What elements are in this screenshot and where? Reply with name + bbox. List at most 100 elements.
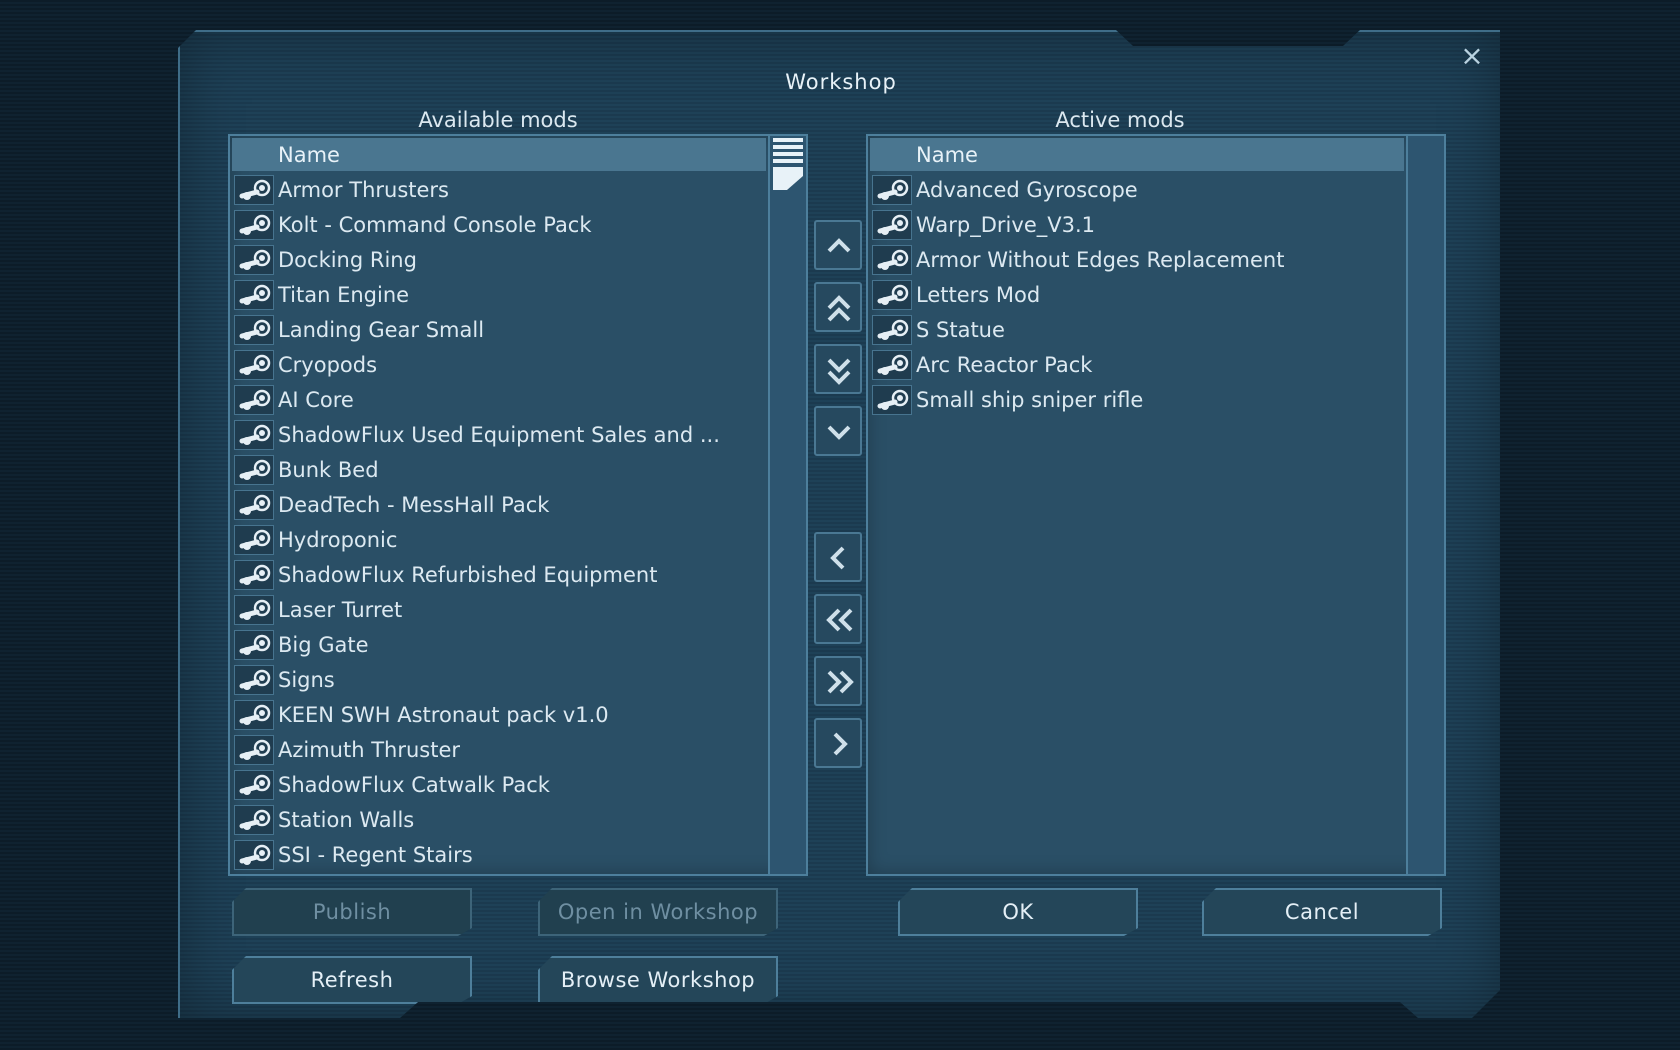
available-rows: Armor Thrusters Kolt - Command Console Pa… bbox=[232, 173, 766, 873]
steam-icon bbox=[234, 770, 274, 800]
available-scrollbar[interactable] bbox=[768, 136, 806, 874]
mod-list-item[interactable]: Arc Reactor Pack bbox=[870, 348, 1404, 383]
double-chevron-right-icon bbox=[827, 670, 854, 694]
steam-icon bbox=[234, 420, 274, 450]
refresh-button[interactable]: Refresh bbox=[232, 956, 472, 1004]
move-up-button[interactable] bbox=[814, 220, 862, 270]
workshop-dialog: Workshop × Available mods Active mods Na… bbox=[178, 30, 1500, 1018]
mod-name: Titan Engine bbox=[278, 283, 410, 307]
steam-icon bbox=[234, 665, 274, 695]
mod-list-item[interactable]: Laser Turret bbox=[232, 593, 766, 628]
steam-icon bbox=[234, 210, 274, 240]
scrollbar-thumb[interactable] bbox=[773, 138, 803, 192]
mod-list-item[interactable]: Cryopods bbox=[232, 348, 766, 383]
mod-name: Signs bbox=[278, 668, 335, 692]
steam-icon bbox=[872, 210, 912, 240]
move-top-button[interactable] bbox=[814, 282, 862, 332]
mod-list-item[interactable]: ShadowFlux Used Equipment Sales and ... bbox=[232, 418, 766, 453]
active-rows: Advanced Gyroscope Warp_Drive_V3.1 Armor W… bbox=[870, 173, 1404, 418]
steam-icon bbox=[234, 560, 274, 590]
steam-icon bbox=[234, 525, 274, 555]
dialog-title: Workshop bbox=[785, 70, 897, 94]
available-name-column-header[interactable]: Name bbox=[232, 138, 766, 171]
mod-name: Arc Reactor Pack bbox=[916, 353, 1093, 377]
mod-list-item[interactable]: KEEN SWH Astronaut pack v1.0 bbox=[232, 698, 766, 733]
mod-name: Bunk Bed bbox=[278, 458, 379, 482]
mod-list-item[interactable]: Kolt - Command Console Pack bbox=[232, 208, 766, 243]
steam-icon bbox=[872, 385, 912, 415]
mod-list-item[interactable]: Warp_Drive_V3.1 bbox=[870, 208, 1404, 243]
mod-list-item[interactable]: AI Core bbox=[232, 383, 766, 418]
mod-list-item[interactable]: Signs bbox=[232, 663, 766, 698]
cancel-button[interactable]: Cancel bbox=[1202, 888, 1442, 936]
mod-list-item[interactable]: Advanced Gyroscope bbox=[870, 173, 1404, 208]
add-all-button[interactable] bbox=[814, 656, 862, 706]
mod-name: Small ship sniper rifle bbox=[916, 388, 1144, 412]
remove-mod-button[interactable] bbox=[814, 532, 862, 582]
double-chevron-left-icon bbox=[826, 608, 853, 632]
mod-list-item[interactable]: SSI - Regent Stairs bbox=[232, 838, 766, 873]
available-mods-list[interactable]: Name Armor Thrusters Kolt - Command Conso… bbox=[228, 134, 808, 876]
remove-all-button[interactable] bbox=[814, 594, 862, 644]
mod-list-item[interactable]: Titan Engine bbox=[232, 278, 766, 313]
mod-name: AI Core bbox=[278, 388, 354, 412]
mod-name: Big Gate bbox=[278, 633, 369, 657]
mod-list-item[interactable]: Letters Mod bbox=[870, 278, 1404, 313]
steam-icon bbox=[872, 175, 912, 205]
chevron-down-icon bbox=[827, 425, 851, 440]
active-scrollbar[interactable] bbox=[1406, 136, 1444, 874]
mod-name: KEEN SWH Astronaut pack v1.0 bbox=[278, 703, 609, 727]
steam-icon bbox=[234, 280, 274, 310]
mod-list-item[interactable]: ShadowFlux Catwalk Pack bbox=[232, 768, 766, 803]
close-icon[interactable]: × bbox=[1456, 40, 1488, 72]
chevron-right-icon bbox=[833, 732, 848, 756]
add-mod-button[interactable] bbox=[814, 718, 862, 768]
steam-icon bbox=[234, 735, 274, 765]
mod-name: Laser Turret bbox=[278, 598, 403, 622]
mod-list-item[interactable]: ShadowFlux Refurbished Equipment bbox=[232, 558, 766, 593]
steam-icon bbox=[234, 315, 274, 345]
mod-name: Armor Without Edges Replacement bbox=[916, 248, 1285, 272]
active-name-column-header[interactable]: Name bbox=[870, 138, 1404, 171]
mod-list-item[interactable]: Armor Without Edges Replacement bbox=[870, 243, 1404, 278]
mod-list-item[interactable]: Station Walls bbox=[232, 803, 766, 838]
steam-icon bbox=[234, 350, 274, 380]
active-mods-list[interactable]: Name Advanced Gyroscope Warp_Drive_V3.1 Ar… bbox=[866, 134, 1446, 876]
steam-icon bbox=[234, 455, 274, 485]
mod-name: SSI - Regent Stairs bbox=[278, 843, 473, 867]
browse-workshop-button[interactable]: Browse Workshop bbox=[538, 956, 778, 1004]
mod-list-item[interactable]: Small ship sniper rifle bbox=[870, 383, 1404, 418]
mod-name: Landing Gear Small bbox=[278, 318, 485, 342]
mod-list-item[interactable]: S Statue bbox=[870, 313, 1404, 348]
mod-list-item[interactable]: DeadTech - MessHall Pack bbox=[232, 488, 766, 523]
chevron-up-icon bbox=[827, 238, 851, 253]
steam-icon bbox=[234, 700, 274, 730]
mod-name: Azimuth Thruster bbox=[278, 738, 461, 762]
steam-icon bbox=[234, 245, 274, 275]
mod-list-item[interactable]: Big Gate bbox=[232, 628, 766, 663]
mod-list-item[interactable]: Bunk Bed bbox=[232, 453, 766, 488]
mod-list-item[interactable]: Hydroponic bbox=[232, 523, 766, 558]
mod-name: Station Walls bbox=[278, 808, 415, 832]
steam-icon bbox=[872, 245, 912, 275]
column-header-label: Name bbox=[278, 143, 340, 167]
mod-name: Warp_Drive_V3.1 bbox=[916, 213, 1096, 237]
ok-button[interactable]: OK bbox=[898, 888, 1138, 936]
double-chevron-down-icon bbox=[827, 358, 851, 385]
mod-list-item[interactable]: Armor Thrusters bbox=[232, 173, 766, 208]
publish-button[interactable]: Publish bbox=[232, 888, 472, 936]
mod-name: S Statue bbox=[916, 318, 1005, 342]
mod-list-item[interactable]: Docking Ring bbox=[232, 243, 766, 278]
move-bottom-button[interactable] bbox=[814, 344, 862, 394]
mod-name: ShadowFlux Catwalk Pack bbox=[278, 773, 550, 797]
mod-list-item[interactable]: Landing Gear Small bbox=[232, 313, 766, 348]
mod-name: Letters Mod bbox=[916, 283, 1041, 307]
steam-icon bbox=[234, 840, 274, 870]
steam-icon bbox=[234, 490, 274, 520]
mod-name: DeadTech - MessHall Pack bbox=[278, 493, 550, 517]
steam-icon bbox=[234, 805, 274, 835]
open-in-workshop-button[interactable]: Open in Workshop bbox=[538, 888, 778, 936]
mod-name: Hydroponic bbox=[278, 528, 398, 552]
move-down-button[interactable] bbox=[814, 406, 862, 456]
mod-list-item[interactable]: Azimuth Thruster bbox=[232, 733, 766, 768]
